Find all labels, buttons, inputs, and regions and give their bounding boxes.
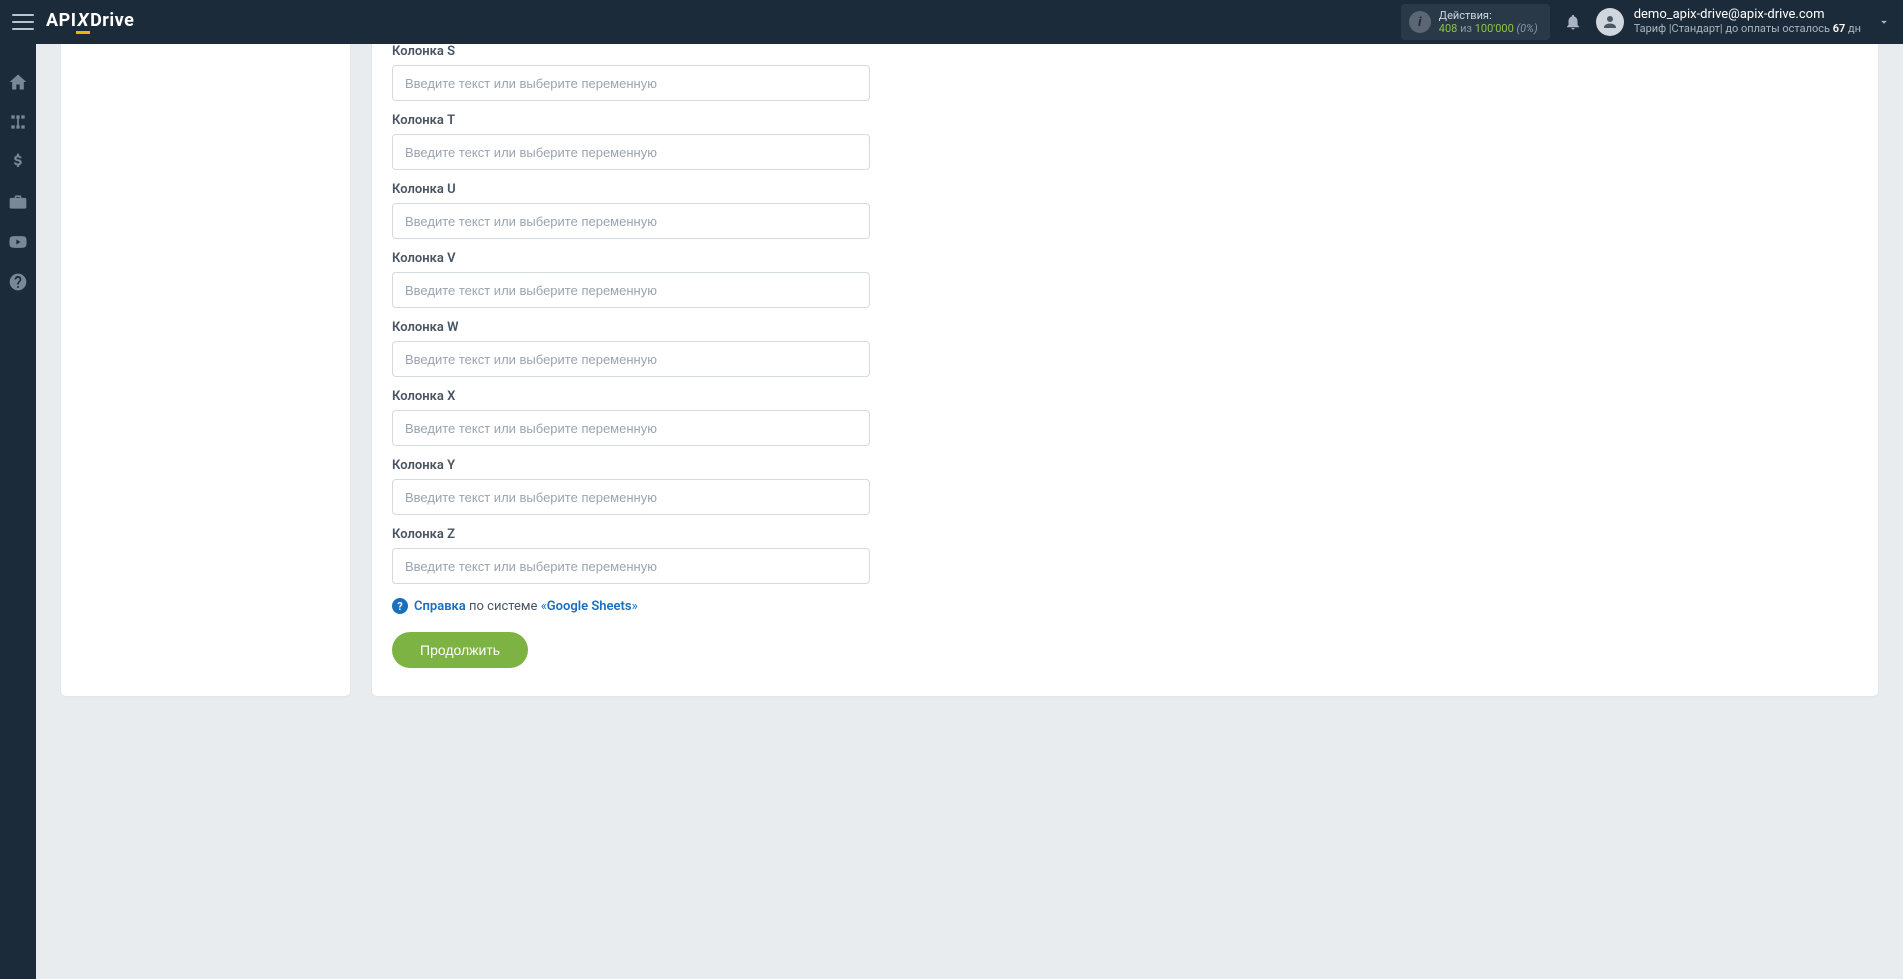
info-icon: i	[1409, 11, 1431, 33]
field-input-s[interactable]	[392, 65, 870, 101]
field-input-t[interactable]	[392, 134, 870, 170]
logo-text-x: X	[76, 10, 90, 34]
notifications-icon[interactable]	[1564, 13, 1582, 31]
app-header: APIXDrive i Действия: 408 из 100'000 (0%…	[0, 0, 1903, 44]
field-label: Колонка S	[392, 44, 1858, 59]
avatar	[1596, 8, 1624, 36]
help-link[interactable]: ? Справка по системе «Google Sheets»	[392, 598, 1858, 614]
user-menu[interactable]: demo_apix-drive@apix-drive.com Тариф |Ст…	[1596, 8, 1891, 36]
field-label: Колонка T	[392, 113, 1858, 128]
field-label: Колонка U	[392, 182, 1858, 197]
field-column-z: Колонка Z	[392, 527, 1858, 584]
field-label: Колонка Y	[392, 458, 1858, 473]
field-input-y[interactable]	[392, 479, 870, 515]
field-column-u: Колонка U	[392, 182, 1858, 239]
field-label: Колонка X	[392, 389, 1858, 404]
user-tariff: Тариф |Стандарт| до оплаты осталось 67 д…	[1634, 23, 1861, 36]
field-column-t: Колонка T	[392, 113, 1858, 170]
user-email: demo_apix-drive@apix-drive.com	[1634, 8, 1861, 23]
field-column-s: Колонка S	[392, 44, 1858, 101]
connections-icon[interactable]	[8, 112, 28, 132]
sidebar	[0, 44, 36, 979]
field-input-v[interactable]	[392, 272, 870, 308]
continue-button[interactable]: Продолжить	[392, 632, 528, 668]
field-label: Колонка W	[392, 320, 1858, 335]
logo[interactable]: APIXDrive	[46, 10, 134, 34]
question-icon: ?	[392, 598, 408, 614]
field-column-v: Колонка V	[392, 251, 1858, 308]
main-content: Колонка S Колонка T Колонка U Колонка V …	[36, 44, 1903, 721]
field-input-x[interactable]	[392, 410, 870, 446]
chevron-down-icon	[1877, 15, 1891, 29]
field-column-x: Колонка X	[392, 389, 1858, 446]
actions-label: Действия:	[1439, 9, 1538, 22]
menu-toggle-button[interactable]	[12, 11, 34, 33]
actions-counter[interactable]: i Действия: 408 из 100'000 (0%)	[1401, 4, 1550, 40]
home-icon[interactable]	[8, 72, 28, 92]
help-icon[interactable]	[8, 272, 28, 292]
youtube-icon[interactable]	[8, 232, 28, 252]
left-panel	[60, 44, 351, 697]
field-input-u[interactable]	[392, 203, 870, 239]
briefcase-icon[interactable]	[8, 192, 28, 212]
field-column-y: Колонка Y	[392, 458, 1858, 515]
form-panel: Колонка S Колонка T Колонка U Колонка V …	[371, 44, 1879, 697]
actions-value: 408 из 100'000 (0%)	[1439, 22, 1538, 35]
field-label: Колонка Z	[392, 527, 1858, 542]
billing-icon[interactable]	[8, 152, 28, 172]
logo-text-api: API	[46, 10, 76, 31]
field-label: Колонка V	[392, 251, 1858, 266]
field-input-w[interactable]	[392, 341, 870, 377]
field-input-z[interactable]	[392, 548, 870, 584]
logo-text-drive: Drive	[90, 10, 134, 31]
field-column-w: Колонка W	[392, 320, 1858, 377]
